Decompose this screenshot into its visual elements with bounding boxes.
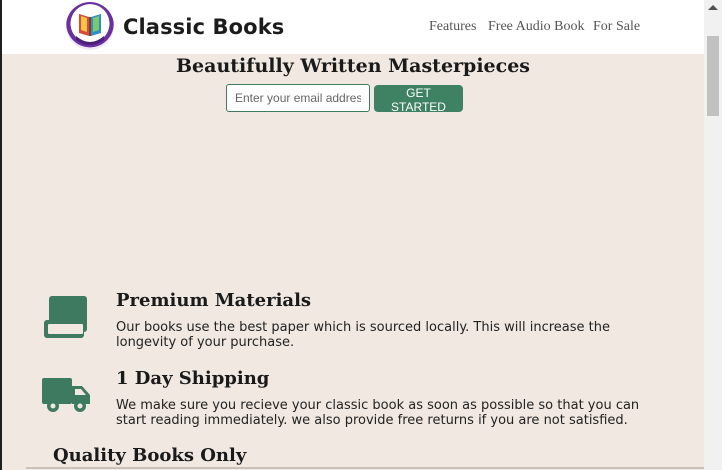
scroll-up-icon[interactable] xyxy=(708,5,718,10)
main-content: Beautifully Written Masterpieces GET STA… xyxy=(2,54,706,470)
feature-desc-premium: Our books use the best paper which is so… xyxy=(116,320,610,350)
section-title: Quality Books Only xyxy=(53,445,247,466)
hero-title: Beautifully Written Masterpieces xyxy=(176,55,530,77)
nav-for-sale[interactable]: For Sale xyxy=(593,19,640,35)
page-scrollbar[interactable] xyxy=(704,0,722,470)
scroll-thumb[interactable] xyxy=(707,36,719,116)
brand-name[interactable]: Classic Books xyxy=(123,15,284,39)
nav-features[interactable]: Features xyxy=(429,19,476,35)
book-icon xyxy=(43,294,89,345)
truck-icon xyxy=(41,376,91,419)
nav-free-audio-book[interactable]: Free Audio Book xyxy=(488,19,584,35)
site-header: Classic Books Features Free Audio Book F… xyxy=(2,0,704,54)
feature-title-premium: Premium Materials xyxy=(116,290,312,311)
email-input[interactable] xyxy=(226,84,370,112)
divider xyxy=(26,467,706,469)
feature-desc-shipping: We make sure you recieve your classic bo… xyxy=(116,398,640,428)
get-started-button[interactable]: GET STARTED xyxy=(374,85,463,114)
feature-title-shipping: 1 Day Shipping xyxy=(116,368,270,389)
logo-icon[interactable] xyxy=(66,2,114,50)
